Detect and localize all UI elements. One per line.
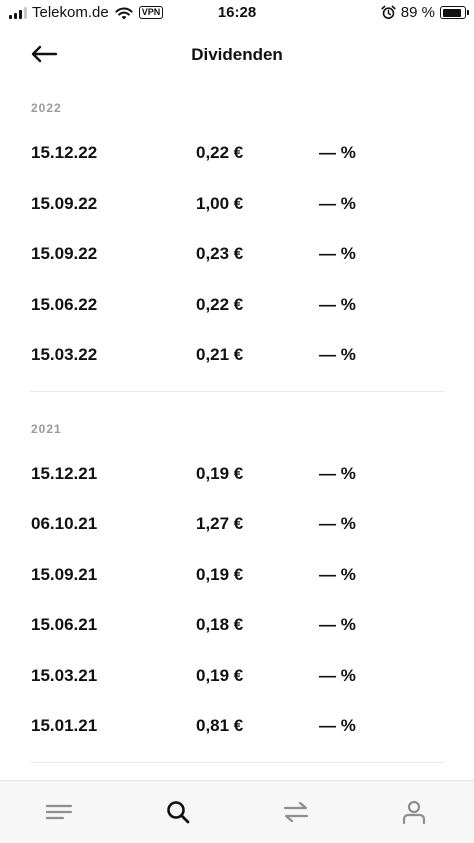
dividend-date: 15.06.22 [31,294,98,314]
dividend-list: 2022 15.12.22 0,22 € — % 15.09.22 1,00 €… [0,88,474,763]
dividend-yield: — % [319,716,356,736]
dividend-date: 15.03.21 [31,665,98,685]
dividend-amount: 0,22 € [196,294,244,314]
year-header-2022: 2022 [31,101,62,115]
dividend-row[interactable]: 15.12.22 0,22 € — % [0,128,474,179]
dividend-row[interactable]: 15.03.22 0,21 € — % [0,330,474,381]
dividend-row[interactable]: 15.06.21 0,18 € — % [0,600,474,651]
dividend-yield: — % [319,665,356,685]
dividend-amount: 0,21 € [196,345,244,365]
section-divider [30,761,444,763]
tab-transactions[interactable] [279,795,313,829]
dividend-row[interactable]: 06.10.21 1,27 € — % [0,499,474,550]
dividend-amount: 0,81 € [196,716,244,736]
dividend-amount: 0,19 € [196,463,244,483]
transfer-arrows-icon [283,801,309,823]
dividend-date: 15.09.22 [31,193,98,213]
battery-icon [440,6,469,19]
dividend-date: 15.03.22 [31,345,98,365]
dividend-yield: — % [319,514,356,534]
dividend-date: 06.10.21 [31,514,98,534]
dividend-yield: — % [319,615,356,635]
search-icon [167,801,190,824]
battery-percent: 89 % [400,4,435,21]
dividend-yield: — % [319,294,356,314]
dividend-date: 15.01.21 [31,716,98,736]
tab-search[interactable] [161,795,195,829]
dividend-date: 15.12.22 [31,143,98,163]
page-title: Dividenden [191,45,283,64]
dividend-row[interactable]: 15.09.22 0,23 € — % [0,229,474,280]
dividend-yield: — % [319,143,356,163]
dividend-row[interactable]: 15.01.21 0,81 € — % [0,701,474,752]
dividend-amount: 0,19 € [196,564,244,584]
dividend-amount: 0,18 € [196,615,244,635]
dividend-row[interactable]: 15.09.22 1,00 € — % [0,179,474,230]
dividend-row[interactable]: 15.09.21 0,19 € — % [0,550,474,601]
dividend-date: 15.06.21 [31,615,98,635]
dividend-row[interactable]: 15.06.22 0,22 € — % [0,280,474,331]
dividend-yield: — % [319,564,356,584]
tab-menu[interactable] [42,795,76,829]
status-bar: Telekom.de VPN 16:28 89 % [0,0,474,28]
year-header-2021: 2021 [31,421,62,436]
tab-profile[interactable] [397,795,431,829]
alarm-clock-icon [381,5,396,19]
dividend-amount: 0,22 € [196,143,244,163]
dividend-row[interactable]: 15.03.21 0,19 € — % [0,651,474,702]
dividend-date: 15.12.21 [31,463,98,483]
nav-bar: Dividenden [0,36,474,72]
menu-lines-icon [45,804,73,820]
dividend-yield: — % [319,244,356,264]
dividend-amount: 0,19 € [196,665,244,685]
dividend-yield: — % [319,345,356,365]
dividend-yield: — % [319,193,356,213]
dividend-amount: 0,23 € [196,244,244,264]
section-divider [30,390,444,392]
dividend-date: 15.09.22 [31,244,98,264]
dividend-amount: 1,27 € [196,514,244,534]
dividend-amount: 1,00 € [196,193,244,213]
profile-icon [402,800,426,825]
dividend-date: 15.09.21 [31,564,98,584]
dividend-row[interactable]: 15.12.21 0,19 € — % [0,449,474,500]
tab-bar [0,780,474,843]
status-right: 89 % [381,4,469,21]
dividend-yield: — % [319,463,356,483]
